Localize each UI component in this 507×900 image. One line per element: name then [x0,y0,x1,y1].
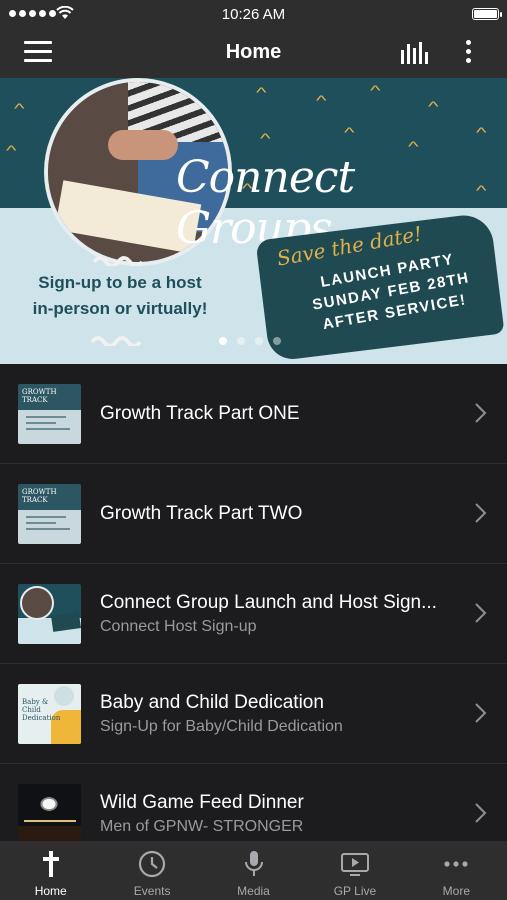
audio-bars-icon[interactable] [400,42,430,64]
chevron-right-icon [475,503,487,523]
chevron-decoration: ^ [370,82,381,98]
chevron-decoration: ^ [316,92,327,108]
growth-track-thumbnail: GROWTH TRACK [18,484,81,544]
app-header: Home [0,28,507,78]
more-dots-icon [444,861,468,867]
chevron-right-icon [475,703,487,723]
list-item[interactable]: GROWTH TRACK Growth Track Part TWO [0,464,507,564]
tab-label: More [442,884,470,898]
cross-icon [42,851,59,877]
list-item-subtitle: Sign-Up for Baby/Child Dedication [100,718,343,735]
clock-icon [139,850,166,878]
page-dot[interactable] [255,337,263,345]
tv-play-icon [340,853,369,876]
banner-signup-text: Sign-up to be a host in-person or virtua… [32,273,208,318]
list-item-title: Growth Track Part TWO [100,503,303,524]
carousel-page-indicator[interactable] [219,337,281,345]
wild-game-thumbnail [18,784,81,844]
banner-carousel[interactable]: ^ ^ ^ ^ ^ ^ ^ ^ ^ ^ ^ ^ Connect Groups S… [0,78,507,364]
growth-track-thumbnail: GROWTH TRACK [18,384,81,444]
tab-home[interactable]: Home [0,841,101,900]
list-item-title: Baby and Child Dedication [100,692,324,713]
chevron-decoration: ^ [476,124,487,140]
page-dot[interactable] [273,337,281,345]
list-item-subtitle: Connect Host Sign-up [100,618,257,635]
content-list: GROWTH TRACK Growth Track Part ONE GROWT… [0,364,507,864]
chevron-decoration: ^ [14,100,25,116]
page-dot[interactable] [237,337,245,345]
chevron-right-icon [475,603,487,623]
list-item-title: Growth Track Part ONE [100,403,300,424]
tab-label: GP Live [333,884,377,898]
tab-label: Home [34,884,67,898]
chevron-decoration: ^ [6,142,17,158]
microphone-icon [244,851,263,876]
list-item-title: Connect Group Launch and Host Sign... [100,592,437,613]
battery-icon [472,8,502,20]
chevron-right-icon [475,803,487,823]
page-dot[interactable] [219,337,227,345]
tab-label: Media [237,884,270,898]
tab-events[interactable]: Events [101,841,202,900]
baby-dedication-thumbnail: Baby & Child Dedication [18,684,81,744]
list-item[interactable]: GROWTH TRACK Growth Track Part ONE [0,364,507,464]
tab-media[interactable]: Media [203,841,304,900]
tab-gp-live[interactable]: GP Live [304,841,405,900]
list-item[interactable]: Connect Group Launch and Host Sign... Co… [0,564,507,664]
connect-groups-thumbnail [18,584,81,644]
more-vertical-icon[interactable] [458,40,478,68]
list-item-subtitle: Men of GPNW- STRONGER [100,818,304,835]
chevron-decoration: ^ [256,84,267,100]
tab-bar: Home Events Media GP Live More [0,841,507,900]
squiggle-decoration [90,336,142,346]
tab-more[interactable]: More [406,841,507,900]
list-item[interactable]: Baby & Child Dedication Baby and Child D… [0,664,507,764]
chevron-right-icon [475,403,487,423]
squiggle-decoration [92,256,144,266]
page-title: Home [225,41,282,63]
chevron-decoration: ^ [260,130,271,146]
chevron-decoration: ^ [428,98,439,114]
status-bar: 10:26 AM [0,0,507,28]
list-item-title: Wild Game Feed Dinner [100,792,304,813]
status-time: 10:26 AM [221,6,286,23]
chevron-decoration: ^ [344,124,355,140]
tab-label: Events [133,884,171,898]
